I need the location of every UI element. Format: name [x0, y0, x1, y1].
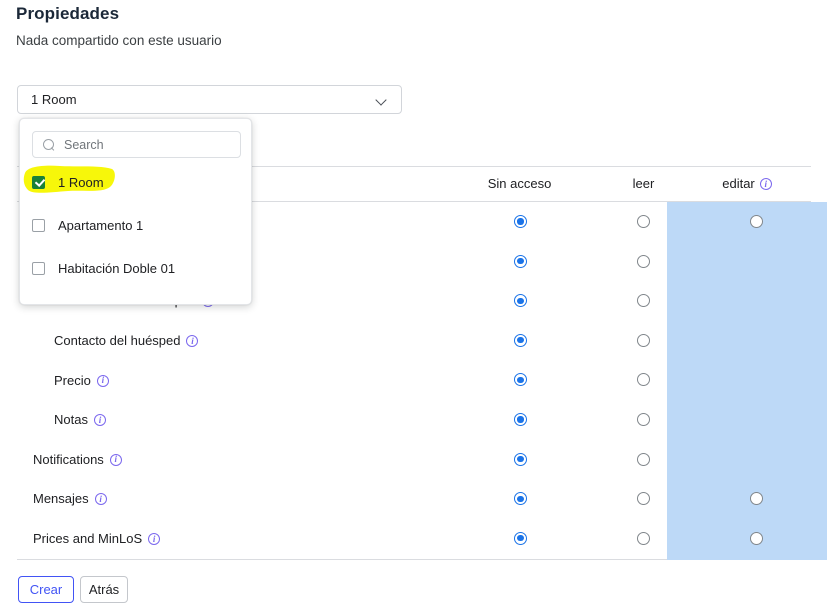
- dropdown-option-label: Apartamento 1: [58, 217, 144, 233]
- row-label: Notas i: [54, 412, 106, 427]
- radio-no-access[interactable]: [514, 492, 527, 506]
- info-icon[interactable]: i: [759, 178, 772, 190]
- dropdown-option-habitacion-doble-01[interactable]: Habitación Doble 01: [32, 257, 239, 279]
- radio-no-access[interactable]: [514, 294, 527, 308]
- radio-read[interactable]: [637, 452, 650, 466]
- info-icon[interactable]: i: [148, 533, 161, 546]
- radio-read[interactable]: [637, 294, 650, 308]
- table-row: Notifications i: [17, 440, 811, 480]
- radio-read[interactable]: [637, 531, 650, 545]
- radio-edit[interactable]: [750, 531, 763, 545]
- radio-no-access[interactable]: [514, 254, 527, 268]
- table-row: Contacto del huésped i: [17, 321, 811, 361]
- row-label-text: Precio: [54, 372, 91, 388]
- radio-read[interactable]: [637, 373, 650, 387]
- table-row: Prices and MinLoS i: [17, 519, 811, 559]
- radio-read[interactable]: [637, 413, 650, 426]
- dropdown-checkbox[interactable]: [32, 261, 45, 275]
- row-label: Mensajes i: [33, 491, 107, 506]
- row-label: Prices and MinLoS i: [33, 531, 161, 547]
- info-icon[interactable]: i: [93, 414, 106, 427]
- radio-read[interactable]: [637, 492, 650, 506]
- row-label: Contacto del huésped i: [54, 333, 199, 349]
- table-row: Notas i: [17, 400, 811, 440]
- dropdown-checkbox[interactable]: [32, 218, 45, 232]
- dropdown-checkbox-checked[interactable]: [32, 175, 45, 189]
- row-label: Precio i: [54, 373, 109, 388]
- radio-no-access[interactable]: [514, 373, 527, 387]
- radio-edit[interactable]: [750, 492, 763, 506]
- info-icon[interactable]: i: [109, 453, 122, 466]
- radio-no-access[interactable]: [514, 452, 527, 466]
- row-label-text: Mensajes: [33, 491, 89, 507]
- search-icon: [43, 138, 55, 151]
- info-icon[interactable]: i: [96, 374, 109, 387]
- dropdown-option-label: 1 Room: [58, 174, 104, 190]
- info-icon[interactable]: i: [186, 335, 199, 348]
- radio-read[interactable]: [637, 254, 650, 268]
- radio-read[interactable]: [637, 333, 650, 347]
- dropdown-option-1-room[interactable]: 1 Room: [23, 165, 239, 193]
- create-button[interactable]: Crear: [18, 576, 74, 603]
- back-button[interactable]: Atrás: [80, 576, 128, 603]
- row-label-text: Contacto del huésped: [54, 333, 181, 349]
- info-icon[interactable]: i: [94, 493, 107, 506]
- column-header-edit: editar i: [667, 176, 827, 191]
- property-select-value: 1 Room: [31, 92, 77, 107]
- dropdown-option-label: Habitación Doble 01: [58, 260, 176, 276]
- row-label-text: Notifications: [33, 451, 104, 467]
- radio-no-access[interactable]: [514, 413, 527, 426]
- chevron-down-icon: [376, 94, 387, 105]
- property-option-list: 1 Room Apartamento 1 Habitación Doble 01: [23, 165, 239, 279]
- edit-column-highlight-overflow: [811, 202, 827, 560]
- search-placeholder: Search: [64, 137, 104, 152]
- page-subtitle: Nada compartido con este usuario: [16, 33, 222, 48]
- property-select[interactable]: 1 Room: [17, 85, 402, 114]
- radio-no-access[interactable]: [514, 215, 527, 228]
- radio-read[interactable]: [637, 215, 650, 228]
- radio-no-access[interactable]: [514, 531, 527, 545]
- page-title: Propiedades: [16, 4, 120, 23]
- table-row: Precio i: [17, 360, 811, 400]
- column-header-edit-label: editar: [722, 176, 755, 191]
- table-row: Mensajes i: [17, 479, 811, 519]
- row-label-text: Notas: [54, 412, 88, 428]
- radio-edit[interactable]: [750, 215, 763, 228]
- row-label: Notifications i: [33, 452, 122, 467]
- radio-no-access[interactable]: [514, 333, 527, 347]
- property-dropdown-panel[interactable]: Search 1 Room Apartamento 1 Habitación D…: [19, 118, 252, 305]
- permissions-page: Propiedades Nada compartido con este usu…: [0, 0, 827, 607]
- dropdown-option-apartamento-1[interactable]: Apartamento 1: [32, 214, 239, 236]
- row-label-text: Prices and MinLoS: [33, 531, 143, 547]
- search-input[interactable]: Search: [32, 131, 241, 158]
